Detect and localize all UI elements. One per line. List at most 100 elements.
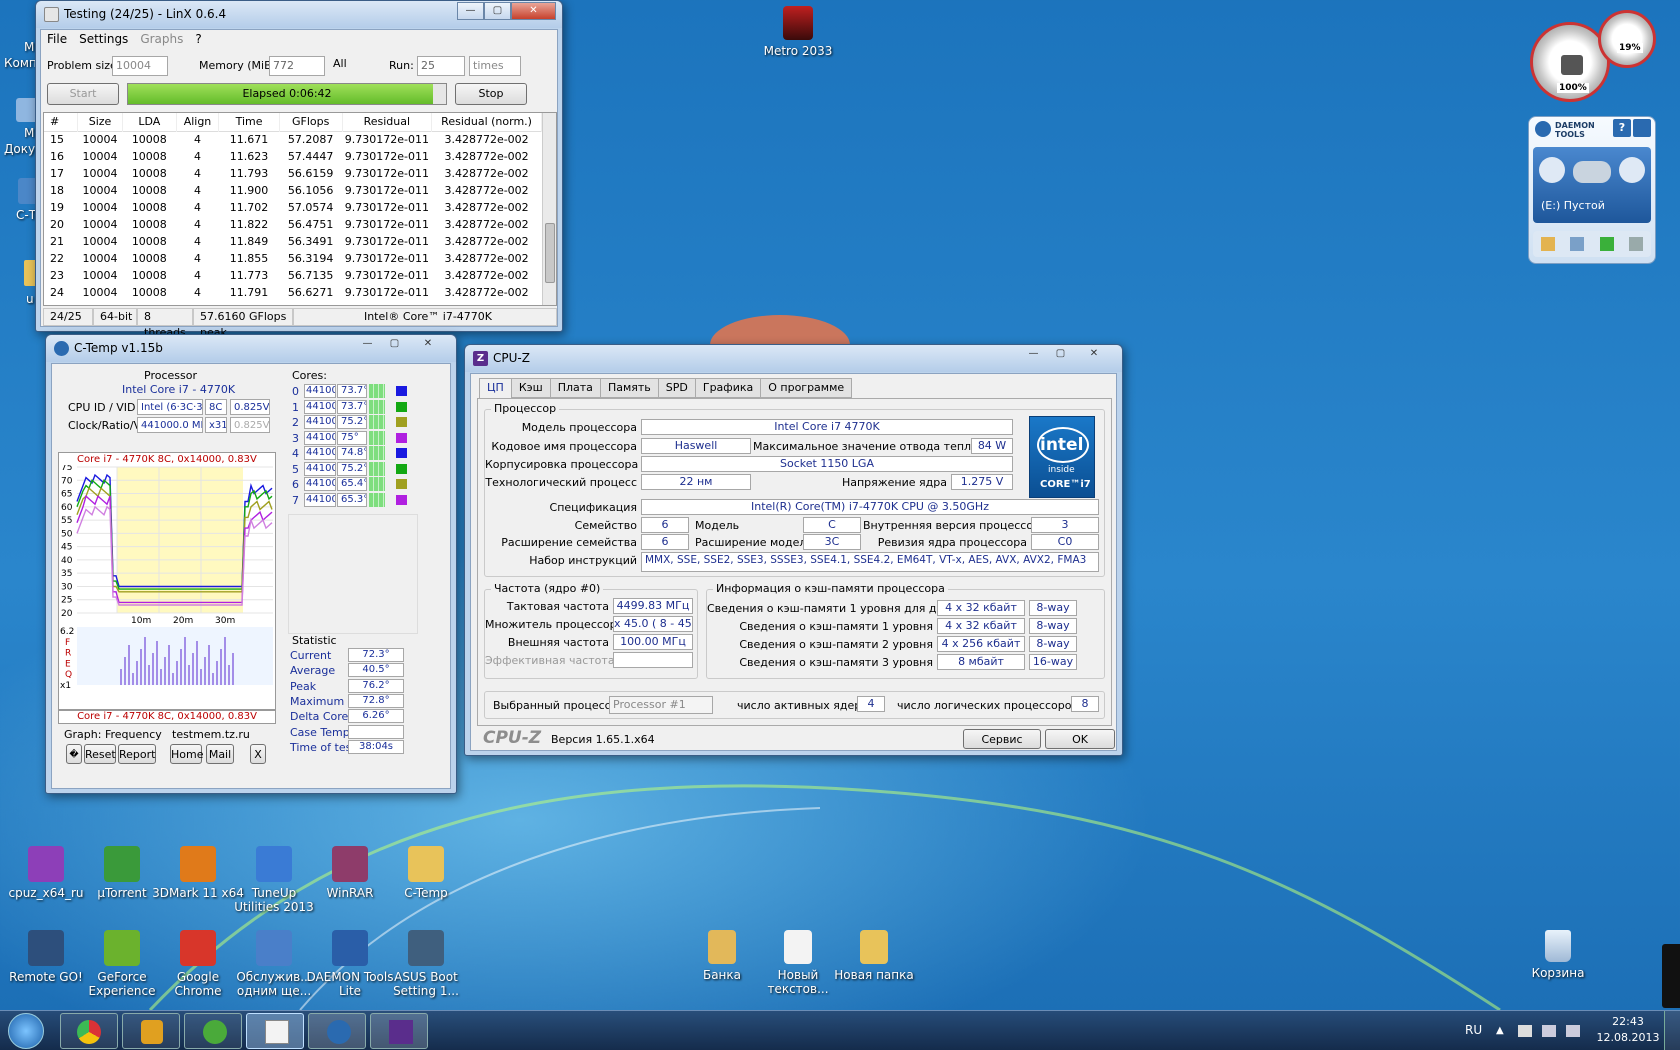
core-frequency: 441000 bbox=[304, 399, 336, 414]
daemon-remove-icon[interactable] bbox=[1629, 237, 1644, 251]
menu-graphs[interactable]: Graphs bbox=[140, 32, 183, 46]
taskbar-utorrent[interactable] bbox=[184, 1013, 242, 1049]
daemon-play-icon[interactable] bbox=[1539, 157, 1565, 183]
taskbar-linx[interactable] bbox=[246, 1013, 304, 1049]
cpuz-tab[interactable]: Плата bbox=[549, 378, 601, 398]
cpuz-tab[interactable]: ЦП bbox=[479, 378, 512, 398]
maximize-button[interactable]: ▢ bbox=[484, 2, 511, 20]
column-header[interactable]: Residual (norm.) bbox=[431, 113, 542, 131]
results-scrollbar[interactable] bbox=[542, 113, 556, 305]
minimize-button[interactable]: — bbox=[457, 2, 484, 20]
maximize-button[interactable]: ▢ bbox=[1047, 346, 1074, 364]
column-header[interactable]: Residual bbox=[342, 113, 433, 131]
tray-expand-icon[interactable]: ▲ bbox=[1496, 1025, 1504, 1036]
daemon-image-icon[interactable] bbox=[1570, 237, 1585, 251]
clock-date[interactable]: 12.08.2013 bbox=[1596, 1031, 1660, 1044]
close-button[interactable]: ✕ bbox=[1074, 346, 1114, 364]
clock-time[interactable]: 22:43 bbox=[1598, 1015, 1658, 1028]
cpuz-tab[interactable]: Кэш bbox=[510, 378, 551, 398]
run-count-select[interactable]: 25 bbox=[417, 56, 465, 76]
cpuz-tab[interactable]: Память bbox=[599, 378, 659, 398]
table-row[interactable]: 20 10004 10008 4 11.822 56.4751 9.730172e-011 3… bbox=[44, 216, 542, 233]
run-unit-select[interactable]: times bbox=[469, 56, 521, 76]
column-header[interactable]: GFlops bbox=[279, 113, 343, 131]
column-header[interactable]: Time bbox=[218, 113, 280, 131]
intel-inside: inside bbox=[1048, 465, 1075, 475]
tray-flag-icon[interactable] bbox=[1518, 1025, 1532, 1037]
stepping-label: Внутренняя версия процессора bbox=[863, 519, 1047, 532]
core-load-bar bbox=[369, 446, 385, 460]
menu-settings[interactable]: Settings bbox=[79, 32, 128, 46]
daemon-mount-icon[interactable] bbox=[1540, 237, 1555, 251]
home-button[interactable]: Home bbox=[170, 744, 203, 764]
table-row[interactable]: 15 10004 10008 4 11.671 57.2087 9.730172e-011 3… bbox=[44, 131, 542, 148]
column-header[interactable]: LDA bbox=[122, 113, 177, 131]
memory-select[interactable]: 772 bbox=[269, 56, 325, 76]
problem-size-select[interactable]: 10004 bbox=[112, 56, 168, 76]
spec-value: Intel(R) Core(TM) i7-4770K CPU @ 3.50GHz bbox=[641, 499, 1099, 515]
maximize-button[interactable]: ▢ bbox=[381, 336, 408, 354]
column-header[interactable]: Size bbox=[77, 113, 123, 131]
reset-button[interactable]: Reset bbox=[84, 744, 116, 764]
close-button[interactable]: ✕ bbox=[408, 336, 448, 354]
site-link[interactable]: testmem.tz.ru bbox=[172, 728, 250, 741]
table-cell: 4 bbox=[193, 235, 201, 248]
core-index: 3 bbox=[292, 431, 299, 445]
memory-all-label[interactable]: All bbox=[333, 57, 347, 70]
cpuz-tab[interactable]: Графика bbox=[694, 378, 762, 398]
memory-gauge[interactable]: 19% bbox=[1598, 10, 1656, 68]
language-indicator[interactable]: RU bbox=[1465, 1023, 1482, 1037]
tray-volume-icon[interactable] bbox=[1566, 1025, 1580, 1037]
daemon-tools-icon[interactable] bbox=[1619, 157, 1645, 183]
table-row[interactable]: 22 10004 10008 4 11.855 56.3194 9.730172e-011 3… bbox=[44, 250, 542, 267]
desktop-icon-metro2033[interactable]: Metro 2033 bbox=[752, 6, 844, 58]
stop-button[interactable]: Stop bbox=[455, 83, 527, 105]
taskbar-ctemp[interactable] bbox=[308, 1013, 366, 1049]
table-cell: 56.3194 bbox=[287, 252, 334, 265]
taskbar-tuneup[interactable] bbox=[122, 1013, 180, 1049]
daemon-drive-panel[interactable]: (E:) Пустой bbox=[1533, 147, 1651, 223]
close-button[interactable]: ✕ bbox=[511, 2, 556, 20]
start-button[interactable]: Start bbox=[47, 83, 119, 105]
graph-toggle-button[interactable]: � bbox=[66, 744, 82, 764]
table-row[interactable]: 16 10004 10008 4 11.623 57.4447 9.730172e-011 3… bbox=[44, 148, 542, 165]
desktop-icon-label: Банка bbox=[702, 968, 742, 982]
menu-help[interactable]: ? bbox=[195, 32, 201, 46]
table-row[interactable]: 24 10004 10008 4 11.791 56.6271 9.730172e-011 3… bbox=[44, 284, 542, 301]
table-cell: 9.730172e-011 bbox=[344, 184, 429, 197]
daemon-add-icon[interactable] bbox=[1599, 237, 1614, 251]
column-header[interactable]: Align bbox=[176, 113, 220, 131]
table-row[interactable]: 18 10004 10008 4 11.900 56.1056 9.730172e-011 3… bbox=[44, 182, 542, 199]
taskbar-chrome[interactable] bbox=[60, 1013, 118, 1049]
daemon-settings-icon[interactable] bbox=[1633, 119, 1651, 137]
desktop-icon[interactable]: Новая папка bbox=[828, 930, 920, 982]
column-header[interactable]: # bbox=[44, 113, 79, 131]
desktop-icon[interactable]: C-Temp bbox=[380, 846, 472, 900]
mail-button[interactable]: Mail bbox=[206, 744, 234, 764]
scrollbar-thumb[interactable] bbox=[545, 223, 555, 283]
cpuz-tab[interactable]: SPD bbox=[657, 378, 696, 398]
show-desktop-button[interactable] bbox=[1664, 1011, 1680, 1050]
minimize-button[interactable]: — bbox=[1020, 346, 1047, 364]
x-tick-label: 10m bbox=[131, 616, 151, 626]
table-row[interactable]: 19 10004 10008 4 11.702 57.0574 9.730172e-011 3… bbox=[44, 199, 542, 216]
table-row[interactable]: 17 10004 10008 4 11.793 56.6159 9.730172e-011 3… bbox=[44, 165, 542, 182]
table-row[interactable]: 23 10004 10008 4 11.773 56.7135 9.730172e-011 3… bbox=[44, 267, 542, 284]
start-orb[interactable] bbox=[8, 1013, 44, 1049]
menu-file[interactable]: File bbox=[47, 32, 67, 46]
cpuz-tab[interactable]: О программе bbox=[760, 378, 853, 398]
table-row[interactable]: 21 10004 10008 4 11.849 56.3491 9.730172e-011 3… bbox=[44, 233, 542, 250]
report-button[interactable]: Report bbox=[118, 744, 156, 764]
desktop-icon-recycle-bin[interactable]: Корзина bbox=[1512, 930, 1604, 980]
side-panel-tab[interactable] bbox=[1662, 944, 1680, 1008]
minimize-button[interactable]: — bbox=[354, 336, 381, 354]
exit-button[interactable]: X bbox=[250, 744, 266, 764]
daemon-help-button[interactable]: ? bbox=[1613, 119, 1631, 137]
service-button[interactable]: Сервис bbox=[963, 729, 1041, 749]
ok-button[interactable]: OK bbox=[1045, 729, 1115, 749]
tray-network-icon[interactable] bbox=[1542, 1025, 1556, 1037]
bus-speed-value: 100.00 МГц bbox=[613, 634, 693, 650]
desktop-icon[interactable]: ASUS Boot Setting 1... bbox=[380, 930, 472, 998]
taskbar-cpuz[interactable] bbox=[370, 1013, 428, 1049]
processor-select[interactable]: Processor #1 bbox=[609, 696, 713, 714]
